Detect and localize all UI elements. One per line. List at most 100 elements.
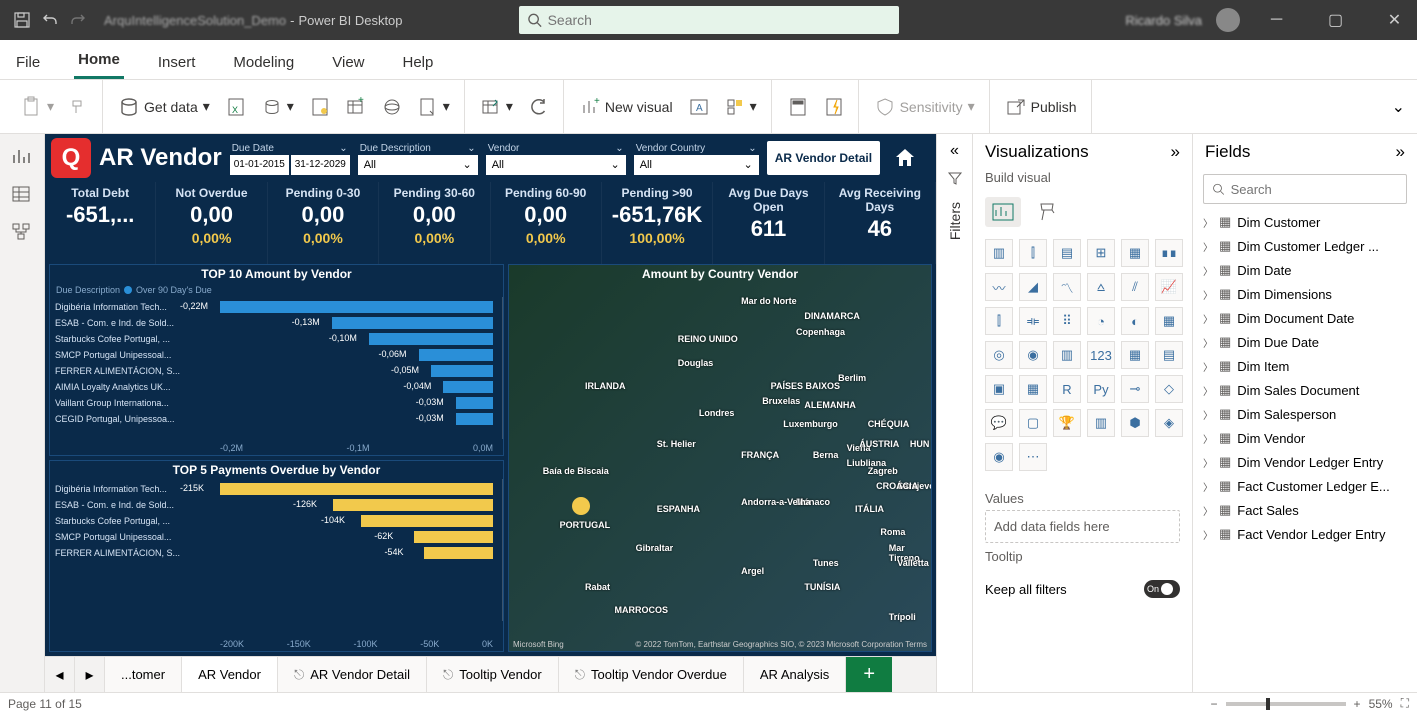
sql-source-button[interactable] — [304, 93, 336, 121]
menu-view[interactable]: View — [328, 46, 368, 79]
tab-next-icon[interactable]: ▸ — [75, 657, 105, 692]
viz-type-chip[interactable]: ⫿ — [985, 307, 1013, 335]
viz-type-chip[interactable]: ⋯ — [1019, 443, 1047, 471]
due-date-to[interactable] — [291, 155, 350, 175]
menu-help[interactable]: Help — [399, 46, 438, 79]
kpi-card[interactable]: Total Debt-651,... — [45, 182, 156, 264]
datahub-button[interactable]: ▾ — [256, 93, 300, 121]
kpi-card[interactable]: Pending 0-300,000,00% — [268, 182, 379, 264]
recent-sources-button[interactable]: ▾ — [412, 93, 456, 121]
dataverse-button[interactable] — [376, 93, 408, 121]
table-row[interactable]: 〉▦Dim Salesperson — [1193, 402, 1417, 426]
kpi-card[interactable]: Pending 60-900,000,00% — [491, 182, 602, 264]
viz-type-chip[interactable]: 💬 — [985, 409, 1013, 437]
table-row[interactable]: 〉▦Dim Customer — [1193, 210, 1417, 234]
data-view-icon[interactable] — [11, 184, 33, 206]
ribbon-expand-icon[interactable]: ⌄ — [1388, 93, 1409, 121]
viz-type-chip[interactable]: ⫿ — [1019, 239, 1047, 267]
user-name[interactable]: Ricardo Silva — [1125, 13, 1202, 28]
maximize-icon[interactable]: ▢ — [1313, 0, 1358, 40]
viz-type-chip[interactable]: ▦ — [1155, 307, 1183, 335]
viz-type-chip[interactable]: 123 — [1087, 341, 1115, 369]
ar-vendor-detail-button[interactable]: AR Vendor Detail — [767, 141, 880, 175]
table-row[interactable]: 〉▦Fact Vendor Ledger Entry — [1193, 522, 1417, 546]
viz-type-chip[interactable]: ▥ — [1087, 409, 1115, 437]
viz-type-chip[interactable]: ◈ — [1155, 409, 1183, 437]
redo-icon[interactable] — [68, 10, 88, 30]
viz-type-chip[interactable]: 〽 — [1053, 273, 1081, 301]
viz-type-chip[interactable]: ⩟ — [1087, 273, 1115, 301]
table-row[interactable]: 〉▦Dim Document Date — [1193, 306, 1417, 330]
menu-file[interactable]: File — [12, 46, 44, 79]
viz-type-chip[interactable]: ◉ — [985, 443, 1013, 471]
slicer-due-desc[interactable]: All⌄ — [358, 155, 478, 175]
viz-type-chip[interactable]: ▦ — [1121, 239, 1149, 267]
viz-type-chip[interactable]: ⊸ — [1121, 375, 1149, 403]
viz-type-chip[interactable]: ▣ — [985, 375, 1013, 403]
viz-type-chip[interactable]: ⫽ — [1121, 273, 1149, 301]
slicer-vendor[interactable]: All⌄ — [486, 155, 626, 175]
table-row[interactable]: 〉▦Dim Due Date — [1193, 330, 1417, 354]
viz-type-chip[interactable]: ◉ — [1019, 341, 1047, 369]
page-tab[interactable]: ⎋AR Vendor Detail — [278, 657, 427, 692]
kpi-card[interactable]: Not Overdue0,000,00% — [156, 182, 267, 264]
tab-prev-icon[interactable]: ◂ — [45, 657, 75, 692]
viz-type-chip[interactable]: 🏆 — [1053, 409, 1081, 437]
table-row[interactable]: 〉▦Dim Vendor — [1193, 426, 1417, 450]
report-canvas[interactable]: Q AR Vendor Due Date⌄ Due Description⌄ A… — [45, 134, 936, 656]
paste-button[interactable]: ▾ — [16, 92, 60, 122]
minimize-icon[interactable]: ─ — [1254, 0, 1299, 40]
report-view-icon[interactable] — [11, 146, 33, 168]
table-row[interactable]: 〉▦Fact Sales — [1193, 498, 1417, 522]
zoom-slider[interactable] — [1226, 702, 1346, 706]
viz-type-chip[interactable]: ▤ — [1155, 341, 1183, 369]
viz-type-chip[interactable]: ◢ — [1019, 273, 1047, 301]
viz-type-chip[interactable]: ⊞ — [1087, 239, 1115, 267]
close-icon[interactable]: ✕ — [1372, 0, 1417, 40]
table-row[interactable]: 〉▦Dim Item — [1193, 354, 1417, 378]
viz-type-chip[interactable]: ▦ — [1019, 375, 1047, 403]
viz-type-chip[interactable]: ⬢ — [1121, 409, 1149, 437]
undo-icon[interactable] — [40, 10, 60, 30]
user-avatar[interactable] — [1216, 8, 1240, 32]
quick-measure-button[interactable] — [818, 93, 850, 121]
page-tab[interactable]: AR Vendor — [182, 657, 278, 692]
zoom-in-icon[interactable]: + — [1354, 697, 1361, 711]
viz-type-chip[interactable]: ▦ — [1121, 341, 1149, 369]
page-tab[interactable]: ⎋Tooltip Vendor — [427, 657, 559, 692]
viz-type-chip[interactable]: ∎∎ — [1155, 239, 1183, 267]
viz-type-chip[interactable]: ▥ — [1053, 341, 1081, 369]
page-tab[interactable]: AR Analysis — [744, 657, 846, 692]
zoom-out-icon[interactable]: − — [1211, 697, 1218, 711]
table-row[interactable]: 〉▦Dim Sales Document — [1193, 378, 1417, 402]
enter-data-button[interactable]: + — [340, 93, 372, 121]
text-box-button[interactable]: A — [683, 93, 715, 121]
kpi-card[interactable]: Pending >90-651,76K100,00% — [602, 182, 713, 264]
viz-type-chip[interactable]: ▥ — [985, 239, 1013, 267]
home-icon[interactable] — [888, 141, 922, 175]
add-page-button[interactable]: + — [846, 657, 892, 692]
viz-type-chip[interactable]: 〰 — [985, 273, 1013, 301]
kpi-card[interactable]: Avg Receiving Days46 — [825, 182, 936, 264]
table-row[interactable]: 〉▦Dim Dimensions — [1193, 282, 1417, 306]
viz-type-chip[interactable]: ◔ — [1087, 307, 1115, 335]
filters-pane[interactable]: « Filters — [936, 134, 972, 692]
table-row[interactable]: 〉▦Dim Date — [1193, 258, 1417, 282]
kpi-card[interactable]: Pending 30-600,000,00% — [379, 182, 490, 264]
more-visuals-button[interactable]: ▾ — [719, 93, 763, 121]
table-row[interactable]: 〉▦Fact Customer Ledger E... — [1193, 474, 1417, 498]
collapse-fields-icon[interactable]: » — [1396, 142, 1405, 162]
refresh-button[interactable] — [523, 93, 555, 121]
publish-button[interactable]: Publish — [1000, 93, 1083, 121]
viz-type-chip[interactable]: ◇ — [1155, 375, 1183, 403]
fields-search-input[interactable] — [1231, 182, 1398, 197]
chart-top5-overdue[interactable]: TOP 5 Payments Overdue by Vendor Digibér… — [49, 460, 504, 652]
excel-source-button[interactable]: X — [220, 93, 252, 121]
expand-filters-icon[interactable]: « — [950, 142, 959, 160]
viz-type-chip[interactable]: ⠿ — [1053, 307, 1081, 335]
menu-home[interactable]: Home — [74, 43, 124, 79]
page-tab[interactable]: ⎋Tooltip Vendor Overdue — [559, 657, 744, 692]
menu-insert[interactable]: Insert — [154, 46, 200, 79]
get-data-button[interactable]: Get data ▾ — [113, 93, 216, 121]
viz-type-chip[interactable]: R — [1053, 375, 1081, 403]
